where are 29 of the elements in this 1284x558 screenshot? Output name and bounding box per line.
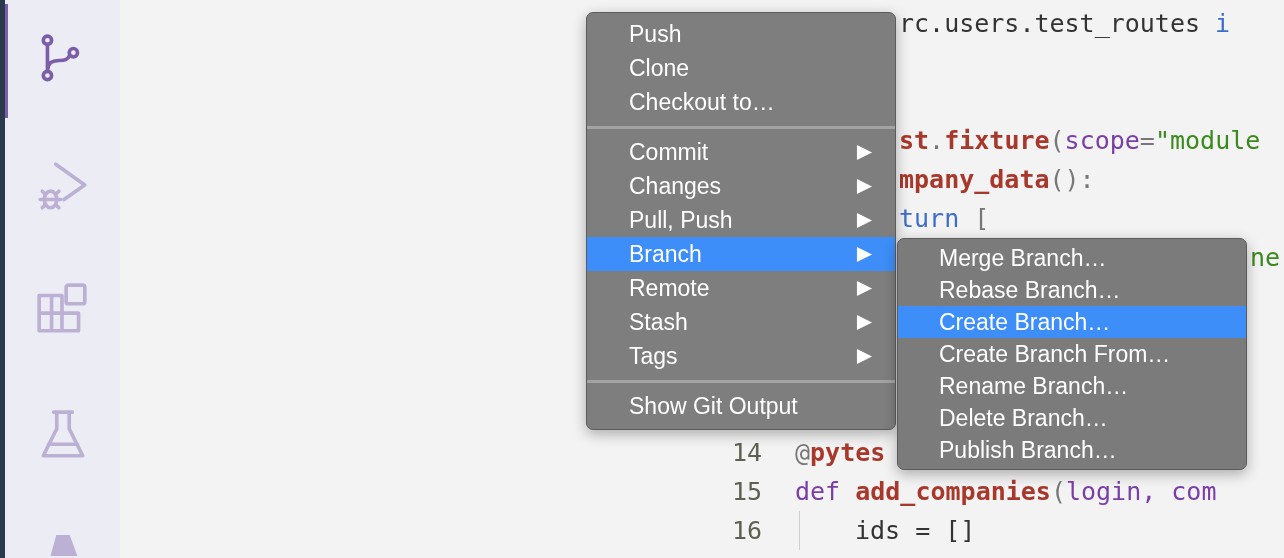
menu-item[interactable]: Publish Branch… [898,434,1246,466]
menu-item[interactable]: Commit [587,135,895,169]
code-text: @pytes [795,437,886,469]
menu-item[interactable]: Create Branch From… [898,338,1246,370]
menu-item[interactable]: Remote [587,271,895,305]
menu-item[interactable]: Stash [587,305,895,339]
line-number: 16 [730,515,762,547]
menu-item[interactable]: Create Branch… [898,306,1246,338]
menu-item[interactable]: Rebase Branch… [898,274,1246,306]
menu-item[interactable]: Changes [587,169,895,203]
menu-item[interactable]: Delete Branch… [898,402,1246,434]
code-text: turn [ [899,203,990,235]
line-number: 15 [730,476,762,508]
menu-item[interactable]: Rename Branch… [898,370,1246,402]
code-text: def add_companies(login, com [795,476,1217,508]
code-text: st.fixture(scope="module [899,125,1261,157]
menu-item[interactable]: Pull, Push [587,203,895,237]
code-text: ne [1250,242,1281,274]
menu-item[interactable]: Push [587,17,895,51]
menu-item[interactable]: Show Git Output [587,389,895,423]
line-number: 14 [730,437,762,469]
code-text: mpany_data(): [899,164,1095,196]
code-text: ids = [] [855,515,976,547]
menu-item[interactable]: Tags [587,339,895,373]
code-text: rc.users.test_routes i [899,8,1231,40]
menu-item[interactable]: Clone [587,51,895,85]
menu-item[interactable]: Merge Branch… [898,242,1246,274]
menu-item[interactable]: Checkout to… [587,85,895,119]
menu-item[interactable]: Branch [587,237,895,271]
